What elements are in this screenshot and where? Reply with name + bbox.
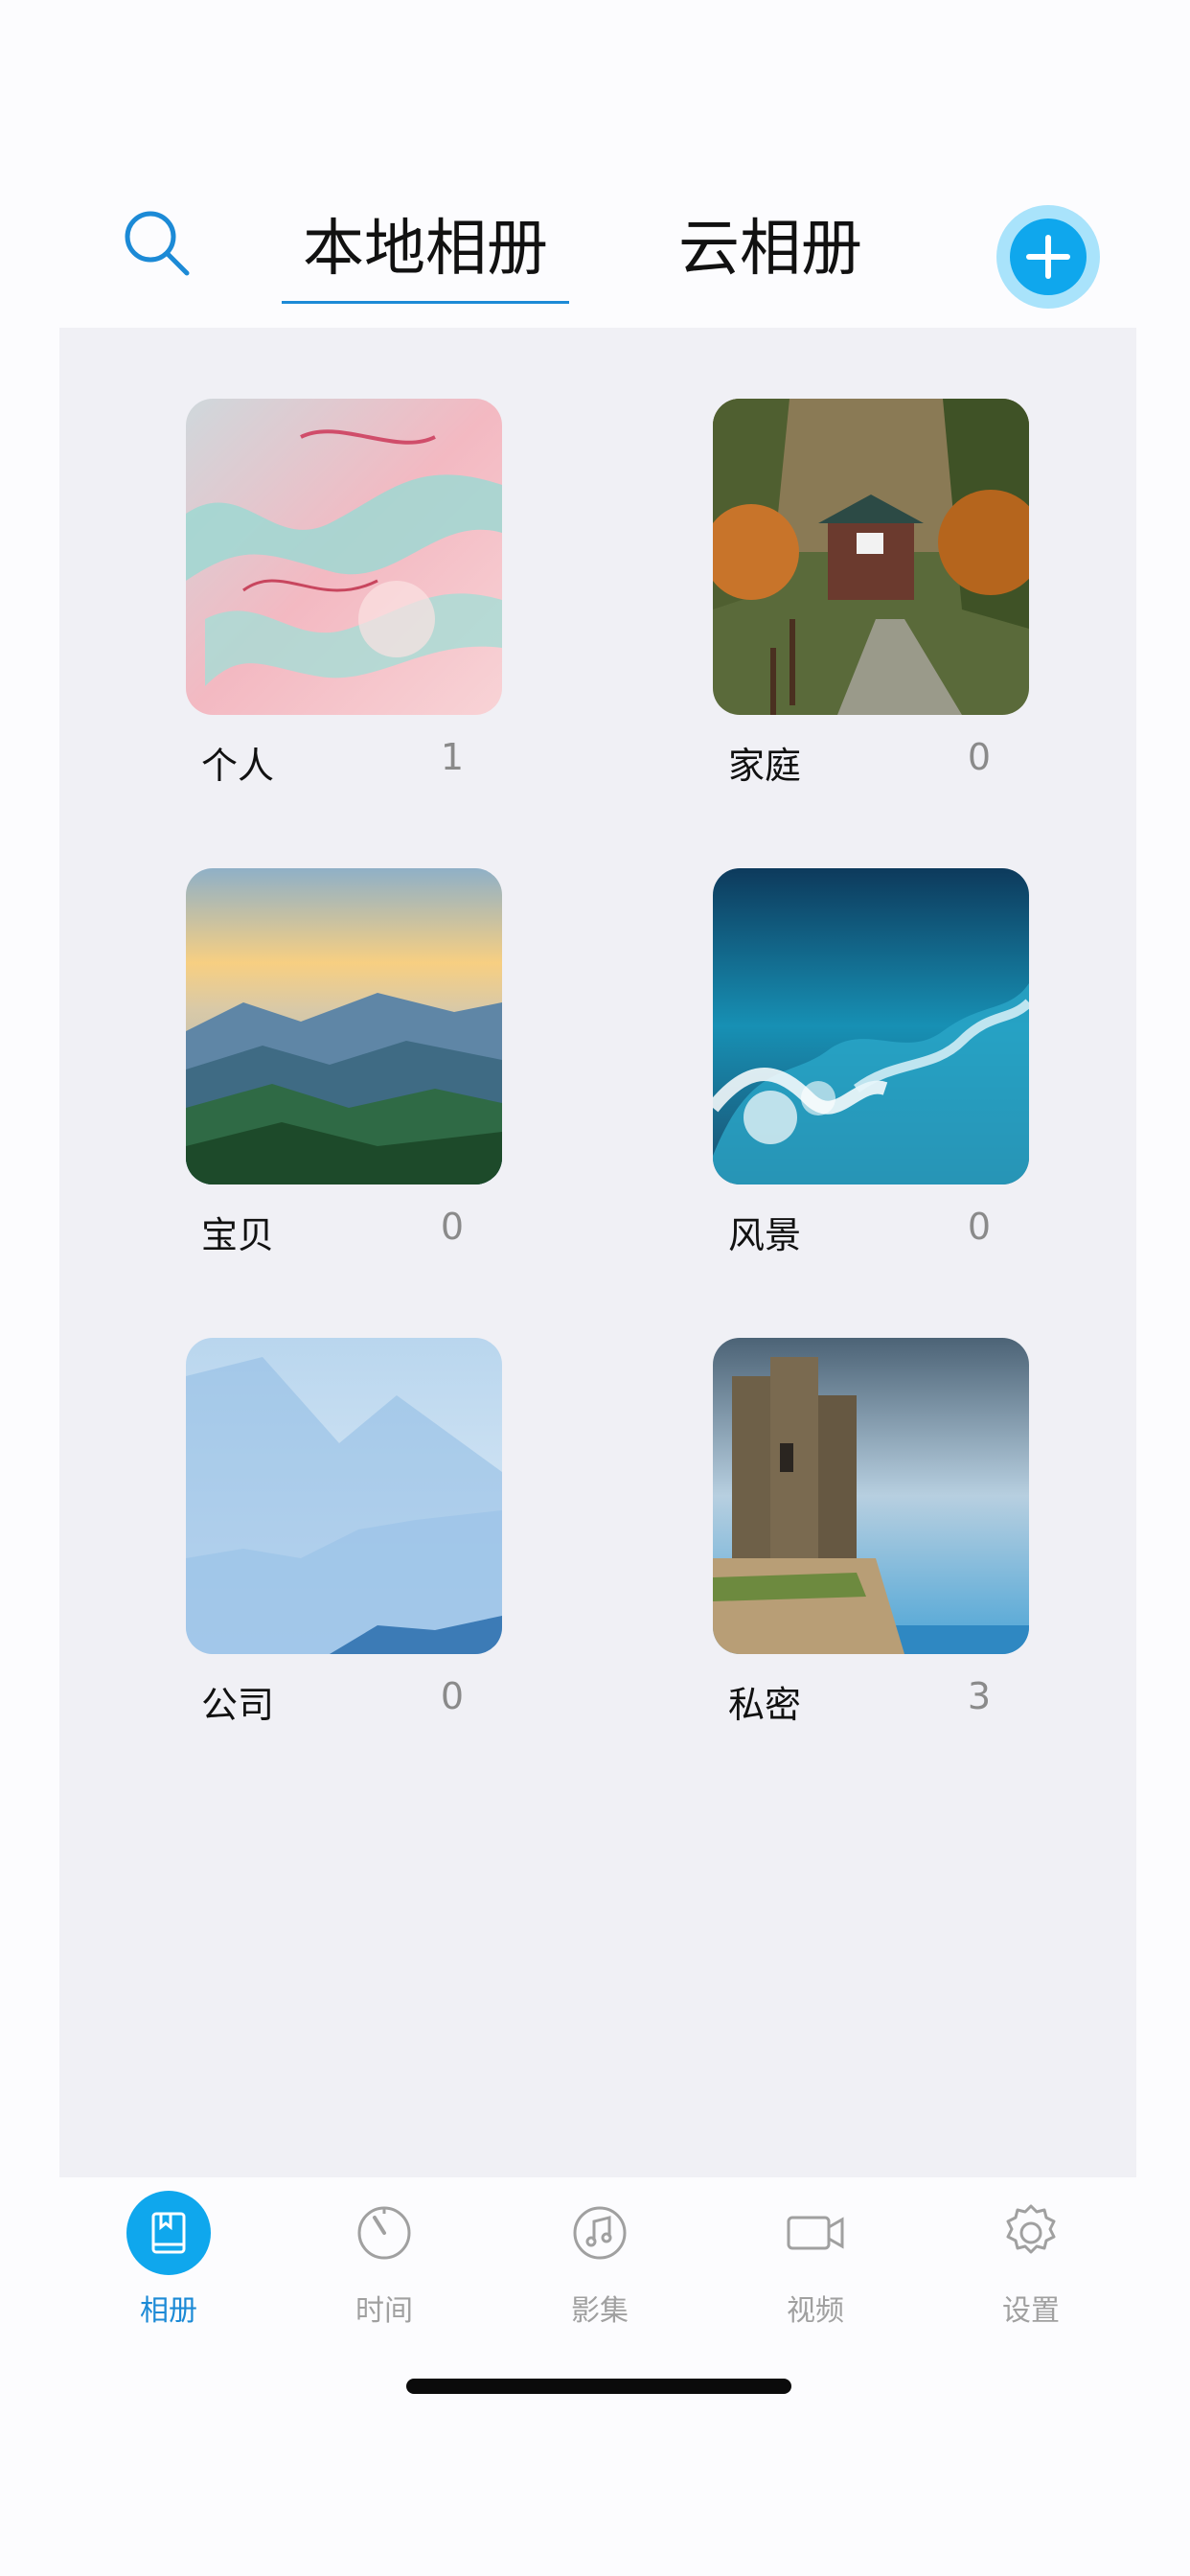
album-scenery[interactable]: 风景 0: [713, 868, 1029, 1256]
video-camera-icon: [773, 2191, 858, 2275]
tab-cloud-album[interactable]: 云相册: [678, 211, 862, 288]
album-count: 1: [440, 736, 464, 778]
tab-label: 影集: [571, 2294, 629, 2328]
top-header: 本地相册 云相册: [0, 172, 1190, 326]
album-grid: 个人 1 家庭 0 宝贝 0 风景 0 公司 0 私密 3: [59, 328, 1136, 2177]
album-company[interactable]: 公司 0: [186, 1338, 502, 1726]
tab-label: 设置: [1002, 2294, 1060, 2328]
album-count: 0: [967, 736, 991, 778]
album-book-icon: [126, 2191, 211, 2275]
tab-video[interactable]: 视频: [734, 2191, 897, 2334]
album-family[interactable]: 家庭 0: [713, 399, 1029, 787]
album-private[interactable]: 私密 3: [713, 1338, 1029, 1726]
add-album-button[interactable]: [996, 205, 1100, 309]
tab-time[interactable]: 时间: [303, 2191, 466, 2334]
album-name: 个人: [201, 745, 275, 787]
album-cover-image: [186, 399, 502, 715]
search-icon: [125, 211, 190, 276]
album-count: 0: [967, 1206, 991, 1248]
album-cover-image: [713, 399, 1029, 715]
album-cover-image: [186, 1338, 502, 1654]
album-cover-image: [713, 868, 1029, 1184]
album-name: 家庭: [728, 745, 802, 787]
tab-local-album[interactable]: 本地相册: [303, 211, 548, 288]
timer-icon: [342, 2191, 426, 2275]
home-indicator[interactable]: [406, 2379, 791, 2394]
tab-label: 时间: [355, 2294, 413, 2328]
album-cover-image: [186, 868, 502, 1184]
music-note-icon: [558, 2191, 642, 2275]
tab-label: 相册: [140, 2294, 197, 2328]
album-name: 风景: [728, 1214, 802, 1256]
tab-collection[interactable]: 影集: [518, 2191, 681, 2334]
search-button[interactable]: [120, 206, 196, 283]
active-tab-indicator: [282, 301, 569, 304]
bottom-tab-bar: 相册 时间 影集 视频 设置: [59, 2177, 1136, 2340]
tab-settings[interactable]: 设置: [950, 2191, 1112, 2334]
album-baby[interactable]: 宝贝 0: [186, 868, 502, 1256]
gear-icon: [989, 2191, 1073, 2275]
album-count: 0: [440, 1675, 464, 1717]
album-personal[interactable]: 个人 1: [186, 399, 502, 787]
album-name: 私密: [728, 1684, 802, 1726]
album-count: 3: [967, 1675, 991, 1717]
tab-label: 视频: [787, 2294, 844, 2328]
tab-album[interactable]: 相册: [87, 2191, 250, 2334]
album-name: 公司: [201, 1684, 275, 1726]
album-count: 0: [440, 1206, 464, 1248]
album-name: 宝贝: [201, 1214, 275, 1256]
plus-icon: [1026, 235, 1070, 279]
album-cover-image: [713, 1338, 1029, 1654]
